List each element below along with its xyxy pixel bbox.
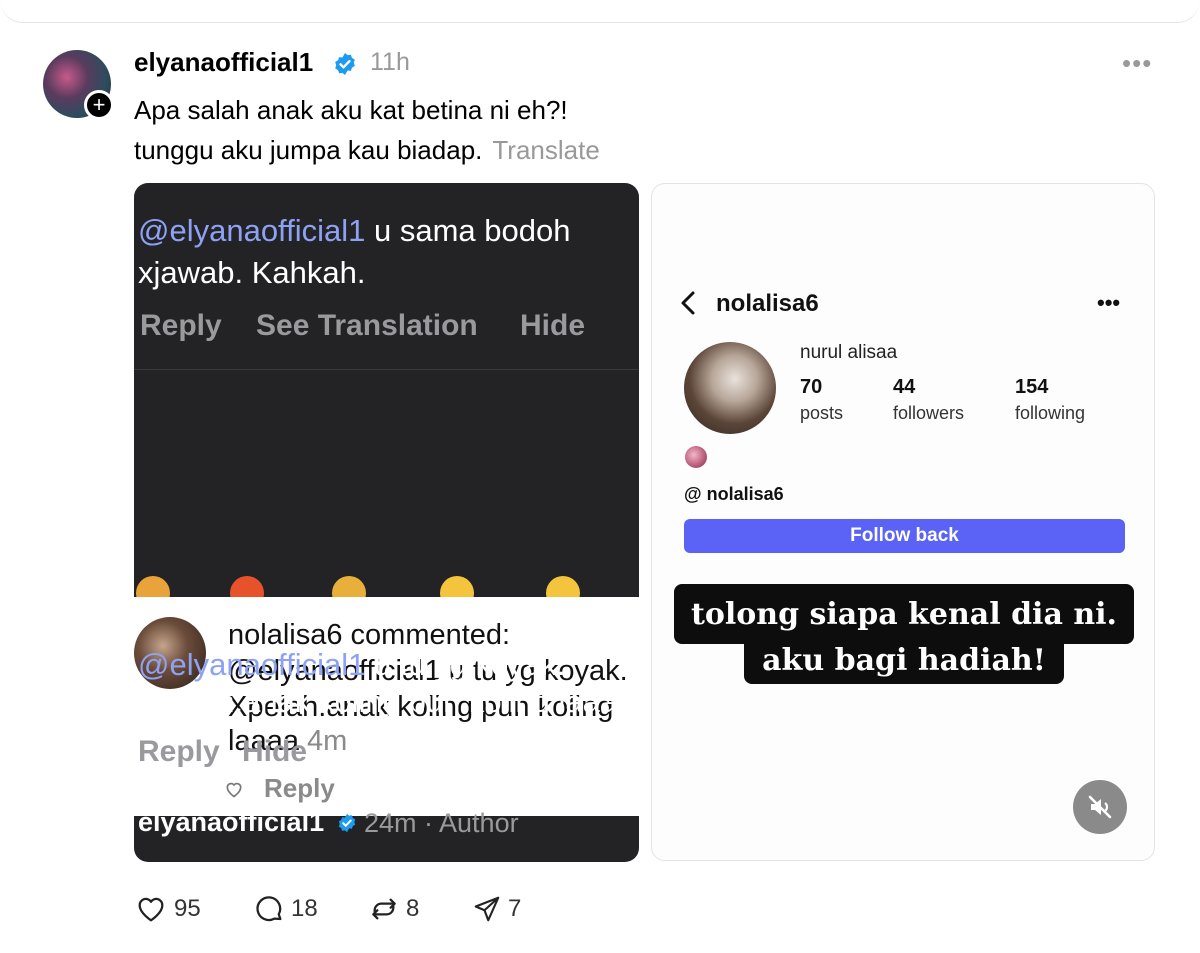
attached-video-profile[interactable]: nolalisa6 ••• nurul alisaa 70 posts 44 f… xyxy=(651,183,1155,861)
lower-mention: @elyanaofficial1 xyxy=(138,647,366,682)
mention: @elyanaofficial1 xyxy=(138,213,366,248)
raised-hands-emoji-icon xyxy=(332,576,366,598)
follow-back-button: Follow back xyxy=(684,519,1125,553)
caption-line-2: aku bagi hadiah! xyxy=(744,636,1064,684)
comment-button[interactable]: 18 xyxy=(253,892,318,926)
attached-image-screenshot-comments[interactable]: @elyanaofficial1 u sama bodoh xjawab. Ka… xyxy=(134,183,639,862)
lower-reply-action: Reply xyxy=(138,735,220,768)
popup-reply: Reply xyxy=(264,773,335,803)
stat-posts-value: 70 xyxy=(800,376,823,398)
post-text-line-1: Apa salah anak aku kat betina ni eh?! xyxy=(134,95,568,125)
clap-emoji-icon xyxy=(136,576,170,598)
heart-eyes-emoji-icon xyxy=(546,576,580,598)
popup-time: 4m xyxy=(307,725,348,757)
see-translation-action: See Translation xyxy=(256,309,478,342)
divider xyxy=(134,369,639,370)
back-chevron-icon xyxy=(681,291,695,315)
repost-icon xyxy=(372,898,396,920)
profile-avatar xyxy=(684,342,776,434)
verified-badge-icon xyxy=(335,53,355,75)
lower-comment-line-2: Xpelah.anak koling pun koling laaaa xyxy=(138,684,635,719)
post-text-line-2-content: tunggu aku jumpa kau biadap. xyxy=(134,135,483,165)
heart-icon xyxy=(226,782,242,798)
profile-more-icon: ••• xyxy=(1097,290,1121,315)
stat-followers-label: followers xyxy=(893,403,965,423)
repost-button[interactable]: 8 xyxy=(368,892,419,926)
threads-link: @ nolalisa6 xyxy=(684,484,784,505)
speaker-muted-icon xyxy=(1088,795,1112,819)
author-username[interactable]: elyanaofficial1 xyxy=(134,47,313,78)
profile-display-name: nurul alisaa xyxy=(800,342,898,363)
stat-following-value: 154 xyxy=(1015,376,1049,398)
emoji-reactions-strip xyxy=(134,566,639,598)
post-timestamp[interactable]: 11h xyxy=(370,48,410,77)
share-count: 7 xyxy=(508,895,522,922)
stat-following-label: following xyxy=(1015,403,1086,423)
share-button[interactable]: 7 xyxy=(472,892,521,926)
follow-plus-icon[interactable]: + xyxy=(84,90,114,120)
post-text-line-2: tunggu aku jumpa kau biadap. Translate xyxy=(134,130,600,170)
stat-posts-label: posts xyxy=(800,403,844,423)
more-options-icon[interactable]: ••• xyxy=(1122,48,1152,79)
send-icon xyxy=(474,896,500,922)
reply-action: Reply xyxy=(140,309,222,342)
caption-line-1: tolong siapa kenal dia ni. xyxy=(674,584,1134,644)
footer-meta: 24m · Author xyxy=(364,808,519,838)
verified-badge-icon xyxy=(338,813,356,833)
hide-action: Hide xyxy=(520,309,586,342)
threads-icon: @ xyxy=(684,484,702,504)
translate-link[interactable]: Translate xyxy=(492,135,599,165)
post-body: Apa salah anak aku kat betina ni eh?! tu… xyxy=(134,90,600,170)
comment-line-2: xjawab. Kahkah. xyxy=(138,255,366,290)
profile-username: nolalisa6 xyxy=(716,290,819,317)
fire-emoji-icon xyxy=(230,576,264,598)
heart-icon xyxy=(138,897,164,922)
footer-username: elyanaofficial1 xyxy=(138,807,325,837)
lower-hide-action: Hide xyxy=(242,735,308,768)
sad-face-emoji-icon xyxy=(440,576,474,598)
comment-icon xyxy=(256,896,282,922)
repost-count: 8 xyxy=(406,895,420,922)
lower-comment-line-1: @elyanaofficial1 u tu yg koyak. xyxy=(138,647,565,683)
bio-emoji-icon xyxy=(685,446,707,468)
like-button[interactable]: 95 xyxy=(134,892,201,926)
like-count: 95 xyxy=(174,895,201,922)
comment-count: 18 xyxy=(291,895,318,922)
lower-comment-rest: u tu yg koyak. xyxy=(365,647,566,682)
comment-line-1-rest: u sama bodoh xyxy=(365,213,571,248)
threads-handle: nolalisa6 xyxy=(706,484,784,504)
mute-toggle[interactable] xyxy=(1073,780,1127,834)
previous-post-border xyxy=(0,0,1200,23)
comment-line-1: @elyanaofficial1 u sama bodoh xyxy=(138,213,570,249)
stat-followers-value: 44 xyxy=(893,376,916,398)
